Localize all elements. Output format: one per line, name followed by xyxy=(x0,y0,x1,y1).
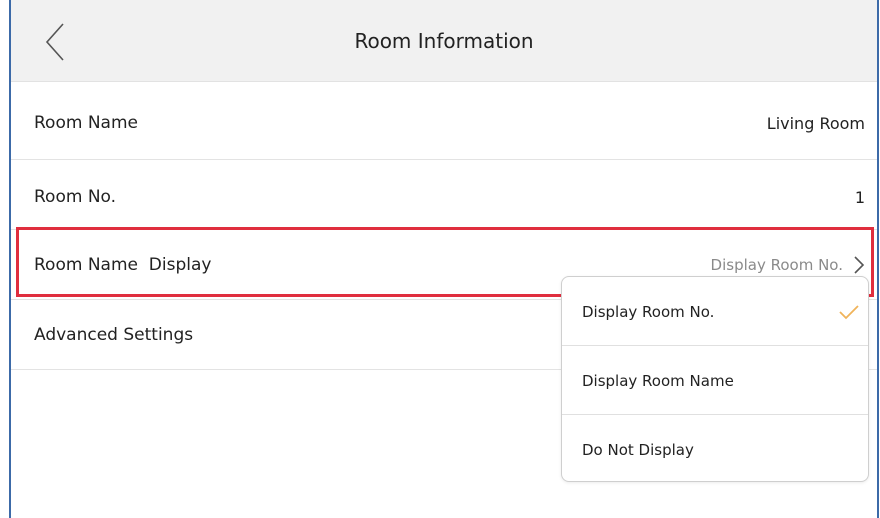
page-title: Room Information xyxy=(354,29,534,53)
option-label: Display Room No. xyxy=(582,302,715,321)
room-no-label: Room No. xyxy=(34,187,117,207)
room-name-value: Living Room xyxy=(766,113,865,133)
header-bar: Room Information xyxy=(11,0,877,82)
option-label: Do Not Display xyxy=(582,440,694,459)
option-label: Display Room Name xyxy=(582,371,734,390)
room-no-value: 1 xyxy=(854,187,865,207)
chevron-right-icon xyxy=(853,255,865,275)
display-options-dropdown: Display Room No. Display Room Name Do No… xyxy=(561,276,869,482)
advanced-settings-label: Advanced Settings xyxy=(34,325,194,345)
room-name-display-label: Room Name Display xyxy=(34,255,212,275)
checkmark-icon xyxy=(839,305,859,320)
back-button[interactable] xyxy=(37,18,73,66)
room-name-label: Room Name xyxy=(34,113,138,133)
option-display-room-name[interactable]: Display Room Name xyxy=(562,346,868,415)
option-do-not-display[interactable]: Do Not Display xyxy=(562,415,868,481)
option-display-room-no[interactable]: Display Room No. xyxy=(562,277,868,346)
room-name-row[interactable]: Room Name Living Room xyxy=(11,90,877,160)
room-name-display-value: Display Room No. xyxy=(710,256,843,274)
chevron-left-icon xyxy=(45,23,64,61)
room-no-row[interactable]: Room No. 1 xyxy=(11,160,877,230)
